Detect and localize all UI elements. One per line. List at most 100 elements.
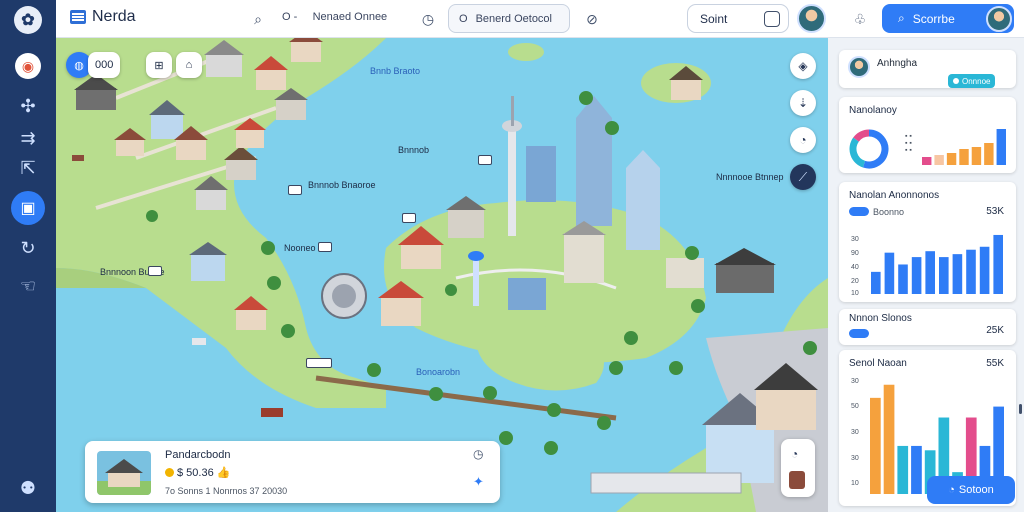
stats-card-one-value: 53K <box>986 206 1004 217</box>
map-tool-panel[interactable]: ◔ <box>781 439 815 497</box>
stats-bar-chart <box>871 234 1003 294</box>
sidebar-item-puzzle[interactable]: ✣ <box>0 88 56 124</box>
notifications-icon[interactable]: ♧ <box>850 9 870 29</box>
place-thumbnail <box>97 451 151 495</box>
map-chip-label: 000 <box>95 59 114 71</box>
clock-icon[interactable]: ◷ <box>418 9 438 29</box>
info-icon: ◔ <box>948 484 955 496</box>
app-logo-icon[interactable]: ✿ <box>14 6 42 34</box>
search-button-label: Scorrbe <box>912 11 955 26</box>
place-price: $ 50.36 👍 <box>165 466 230 479</box>
bar <box>911 445 922 494</box>
right-panel: Anhngha Onnnoe Nanolanoy ▪ ▪ ▪ ▪ ▪ ▪ Nanol… <box>828 38 1024 512</box>
map-label[interactable]: Bnnnob <box>398 145 429 155</box>
refresh-icon: ↻ <box>20 237 36 258</box>
sidebar-item-user[interactable]: ⚉ <box>0 470 56 506</box>
sidebar-item-layers[interactable]: ▣ <box>0 190 56 226</box>
overview-card[interactable]: Nanolanoy ▪ ▪ ▪ ▪ ▪ ▪ <box>839 97 1016 173</box>
place-card[interactable]: Pandarcbodn $ 50.36 👍 7o Sonns 1 Nonrnos … <box>85 441 500 503</box>
status-badge[interactable]: Onnnoe <box>948 74 996 88</box>
clock-icon[interactable]: ◷ <box>473 447 483 461</box>
search-input[interactable]: Soint <box>687 4 789 33</box>
toggle-icon <box>849 207 869 216</box>
avatar[interactable] <box>797 4 826 33</box>
map-label[interactable]: Bonoarobn <box>416 367 460 377</box>
bottom-action-button[interactable]: ◔ Sotoon <box>927 476 1015 504</box>
tick-label: 40 <box>851 264 859 271</box>
hand-icon: ☜ <box>19 275 37 296</box>
bar <box>971 147 982 165</box>
bar <box>922 157 932 165</box>
map-label[interactable]: Bnnb Braoto <box>370 66 420 76</box>
scrollbar-handle[interactable] <box>1019 404 1022 414</box>
bag-icon[interactable] <box>789 471 805 489</box>
bar <box>979 246 990 294</box>
map-tag-icon[interactable] <box>148 266 162 276</box>
pin-icon: ◉ <box>15 53 41 79</box>
bar <box>925 251 935 294</box>
filter-two-label: Benerd Oetocol <box>475 12 552 25</box>
compass-icon[interactable]: ◈ <box>790 53 816 79</box>
bar <box>883 384 895 494</box>
filter-one[interactable]: O - Nenaed Onnee <box>282 11 387 23</box>
draw-icon[interactable]: ⌂ <box>176 52 202 78</box>
coin-icon <box>165 468 174 477</box>
sidebar-item-pin[interactable]: ◉ <box>0 48 56 84</box>
bar <box>870 397 881 494</box>
sidebar-item-export[interactable]: ⇱ <box>0 150 56 186</box>
place-meta: 7o Sonns 1 Nonrnos 37 20030 <box>165 486 288 496</box>
status-dot-icon <box>953 78 959 84</box>
sidebar-item-hand[interactable]: ☜ <box>0 268 56 304</box>
bar <box>946 153 957 165</box>
user-avatar[interactable] <box>986 6 1012 32</box>
map-tag-icon[interactable] <box>318 242 332 252</box>
search-icon[interactable]: ⌕ <box>248 9 268 29</box>
tick-label: 50 <box>851 403 859 410</box>
filter-box-icon[interactable] <box>764 10 780 27</box>
stats-card-one[interactable]: Nanolan Anonnonos Boonno 53K 30 90 40 20… <box>839 182 1016 302</box>
filter-one-label: Nenaed Onnee <box>312 11 388 23</box>
brand[interactable]: Nerda <box>70 8 136 26</box>
map-label[interactable]: Nnnnooe Btnnep <box>716 172 784 182</box>
chat-icon[interactable]: ◔ <box>790 127 816 153</box>
bar <box>952 254 963 294</box>
place-price-value: $ 50.36 <box>177 467 214 479</box>
bar <box>939 257 949 294</box>
filter-one-prefix: O <box>282 11 291 23</box>
navigate-icon[interactable]: ✦ <box>473 474 484 490</box>
map-tag-icon[interactable] <box>478 155 492 165</box>
bar <box>871 271 881 294</box>
map-tag-icon[interactable] <box>288 185 302 195</box>
chat-icon[interactable]: ◔ <box>791 447 798 461</box>
download-icon[interactable]: ⇣ <box>790 90 816 116</box>
overview-bar-chart <box>922 129 1006 165</box>
bottom-action-label: Sotoon <box>958 484 994 496</box>
tick-label: 90 <box>851 250 859 257</box>
map-label[interactable]: Bnnnob Bnaoroe <box>308 180 376 190</box>
stats-card-two-title: Nnnon Slonos <box>849 313 912 324</box>
stats-card-one-sub: Boonno <box>873 207 905 217</box>
export-icon: ⇱ <box>20 157 36 178</box>
stats-card-two[interactable]: Nnnon Slonos 25K <box>839 309 1016 345</box>
search-input-value: Soint <box>700 11 728 26</box>
layers-toggle-icon[interactable]: ⊞ <box>146 52 172 78</box>
map-chip[interactable]: 000 <box>88 52 121 78</box>
link-icon[interactable]: ⊘ <box>582 9 602 29</box>
thumbs-up-icon[interactable]: 👍 <box>217 467 231 479</box>
map-label[interactable]: Nooneo <box>284 243 316 253</box>
bar <box>966 249 976 294</box>
place-title: Pandarcbodn <box>165 449 231 461</box>
layers-icon: ▣ <box>11 191 45 225</box>
map-tag-icon[interactable] <box>402 213 416 223</box>
filter-two[interactable]: O Benerd Oetocol <box>448 4 570 33</box>
bar <box>984 143 994 165</box>
tick-label: 10 <box>851 480 859 487</box>
map-tag-icon[interactable] <box>306 358 332 368</box>
sidebar-item-refresh[interactable]: ↻ <box>0 230 56 266</box>
share-icon: ⇉ <box>20 127 36 148</box>
route-icon[interactable]: ⟋ <box>790 164 816 190</box>
stats-card-three-title: Senol Naoan <box>849 358 907 369</box>
sidebar: ✿ ◉ ✣ ⇉ ⇱ ▣ ↻ ☜ ⚉ <box>0 0 56 512</box>
profile-card[interactable]: Anhngha Onnnoe <box>839 50 1016 88</box>
menu-icon <box>70 10 86 24</box>
